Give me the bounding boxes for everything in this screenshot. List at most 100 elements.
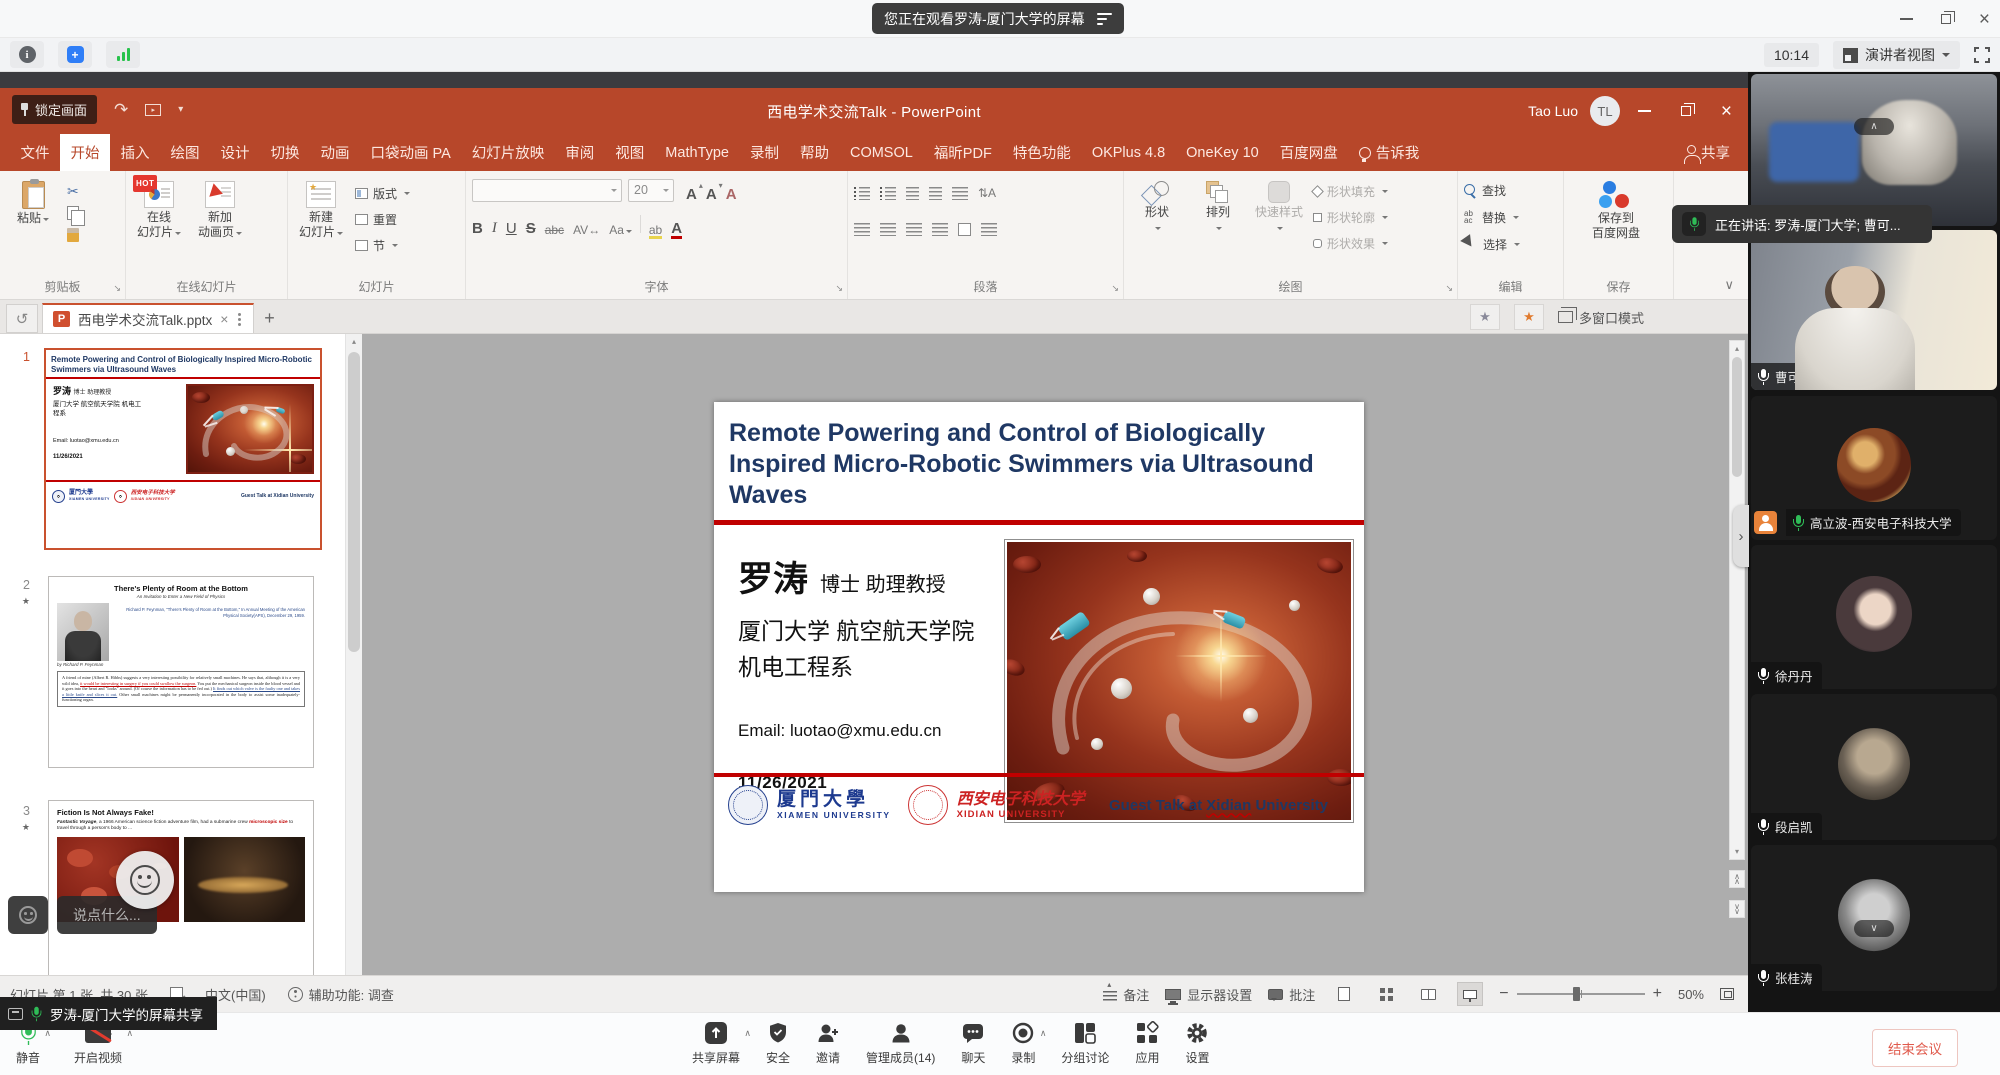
tab-record[interactable]: 录制	[739, 134, 789, 171]
magic-wand-button[interactable]: ★	[1470, 304, 1500, 330]
tab-special-features[interactable]: 特色功能	[1002, 134, 1081, 171]
slide-thumbnail-1[interactable]: Remote Powering and Control of Biologica…	[44, 348, 322, 550]
tab-onekey[interactable]: OneKey 10	[1176, 134, 1270, 171]
tab-insert[interactable]: 插入	[110, 134, 160, 171]
apps-button[interactable]: 应用	[1135, 1021, 1159, 1066]
slideshow-view-button[interactable]	[1457, 982, 1483, 1006]
tab-baidu-netdisk[interactable]: 百度网盘	[1269, 134, 1348, 171]
invite-button[interactable]: 邀请	[816, 1021, 840, 1066]
video-tile-gaolibo[interactable]: 高立波-西安电子科技大学	[1751, 396, 1997, 540]
font-name-combo[interactable]	[472, 179, 622, 202]
close-tab-icon[interactable]: ×	[220, 311, 228, 327]
zoom-level[interactable]: 50%	[1678, 987, 1704, 1002]
zoom-out-button[interactable]: −	[1499, 985, 1508, 1003]
find-button[interactable]: 查找	[1464, 179, 1557, 201]
italic-button[interactable]: I	[492, 221, 497, 236]
multi-window-mode-button[interactable]: 多窗口模式	[1558, 308, 1644, 327]
tab-mathtype[interactable]: MathType	[655, 134, 740, 171]
next-slide-button[interactable]: ∨∨	[1729, 900, 1745, 918]
previous-slide-button[interactable]: ∧∧	[1729, 870, 1745, 888]
canvas-scrollbar[interactable]: ▴ ▾	[1729, 340, 1745, 860]
record-options-chevron-icon[interactable]: ∧	[1040, 1028, 1047, 1039]
emoji-reaction-button[interactable]	[116, 851, 174, 909]
justify-icon[interactable]	[932, 223, 948, 236]
security-button[interactable]: 安全	[766, 1021, 790, 1066]
app-minimize-button[interactable]	[1900, 18, 1913, 20]
strikethrough-button[interactable]: abc	[545, 224, 564, 236]
start-slideshow-icon[interactable]: ▸	[145, 104, 161, 116]
change-case-button[interactable]: Aa	[609, 224, 632, 236]
tab-home[interactable]: 开始	[60, 134, 110, 171]
layout-list-icon[interactable]	[1097, 13, 1112, 25]
copy-icon[interactable]	[67, 206, 79, 220]
font-size-combo[interactable]: 20	[628, 179, 674, 202]
tab-review[interactable]: 审阅	[555, 134, 605, 171]
tab-help[interactable]: 帮助	[789, 134, 839, 171]
underline-button[interactable]: U	[506, 221, 517, 236]
collapse-ribbon-icon[interactable]: ∨	[1724, 277, 1734, 293]
tab-pocket-animation[interactable]: 口袋动画 PA	[360, 134, 461, 171]
view-mode-button[interactable]: 演讲者视图	[1833, 41, 1960, 69]
section-button[interactable]: 节	[355, 234, 410, 256]
shadow-button[interactable]: S	[526, 221, 536, 236]
tell-me-button[interactable]: 告诉我	[1348, 134, 1430, 171]
tab-transitions[interactable]: 切换	[260, 134, 310, 171]
record-button[interactable]: 录制 ∧	[1011, 1021, 1035, 1066]
tab-design[interactable]: 设计	[210, 134, 260, 171]
quick-styles-button[interactable]: 快速样式	[1252, 178, 1306, 277]
bullets-icon[interactable]	[854, 187, 870, 200]
slide-sorter-button[interactable]	[1373, 982, 1399, 1006]
dialog-launcher-icon[interactable]: ↘	[835, 283, 843, 294]
scroll-up-icon[interactable]: ▴	[346, 337, 362, 346]
line-spacing-icon[interactable]	[952, 187, 968, 200]
increase-indent-icon[interactable]	[929, 187, 942, 200]
bold-button[interactable]: B	[472, 221, 483, 236]
scroll-up-icon[interactable]: ▴	[1730, 344, 1744, 353]
share-options-chevron-icon[interactable]: ∧	[744, 1028, 751, 1039]
shapes-button[interactable]: 形状	[1130, 178, 1184, 277]
online-slides-button[interactable]: HOT 在线幻灯片	[132, 178, 186, 277]
save-to-baidu-button[interactable]: 保存到百度网盘	[1570, 178, 1662, 277]
new-tab-button[interactable]: +	[254, 303, 284, 333]
manage-members-button[interactable]: 管理成员(14)	[866, 1021, 935, 1066]
settings-button[interactable]: 设置	[1185, 1021, 1209, 1066]
shape-fill-button[interactable]: 形状填充	[1313, 180, 1388, 202]
plugin-button[interactable]: ★	[1514, 304, 1544, 330]
share-screen-button[interactable]: 共享屏幕 ∧	[692, 1021, 740, 1066]
paste-button[interactable]: 粘贴	[6, 178, 60, 277]
decrease-indent-icon[interactable]	[906, 187, 919, 200]
tab-okplus[interactable]: OKPlus 4.8	[1081, 134, 1175, 171]
zoom-slider[interactable]	[1517, 993, 1645, 995]
align-left-icon[interactable]	[854, 223, 870, 236]
video-tile-caoke[interactable]: 曹可-西安电子科技大学	[1751, 230, 1997, 390]
dialog-launcher-icon[interactable]: ↘	[1445, 283, 1453, 294]
shape-effects-button[interactable]: 形状效果	[1313, 232, 1388, 254]
format-painter-icon[interactable]	[67, 228, 79, 242]
share-button[interactable]: 共享	[1677, 134, 1749, 171]
tab-view[interactable]: 视图	[605, 134, 655, 171]
align-right-icon[interactable]	[906, 223, 922, 236]
document-tab[interactable]: P 西电学术交流Talk.pptx ×	[42, 303, 254, 333]
account-name[interactable]: Tao Luo	[1528, 103, 1578, 119]
notes-toggle[interactable]: 备注	[1103, 985, 1149, 1004]
smartart-convert-icon[interactable]	[981, 223, 997, 236]
display-settings-button[interactable]: 显示器设置	[1165, 985, 1252, 1004]
highlight-color-button[interactable]: ab	[649, 224, 662, 236]
tab-slideshow[interactable]: 幻灯片放映	[461, 134, 555, 171]
comments-toggle[interactable]: 批注	[1268, 985, 1315, 1004]
ppt-restore-button[interactable]	[1681, 106, 1691, 116]
tab-file[interactable]: 文件	[10, 134, 60, 171]
slide-thumbnail-3[interactable]: Fiction Is Not Always Fake! Fantastic Vo…	[48, 800, 314, 975]
emoji-picker-button[interactable]	[8, 896, 48, 934]
video-tile-presenter[interactable]	[1751, 74, 1997, 226]
new-animation-page-button[interactable]: 新加动画页	[193, 178, 247, 277]
zoom-in-button[interactable]: +	[1653, 985, 1662, 1003]
scroll-down-icon[interactable]: ▾	[1730, 847, 1744, 856]
qat-chevron-down-icon[interactable]: ▾	[178, 105, 183, 115]
security-shield-button[interactable]: +	[58, 41, 92, 68]
app-close-button[interactable]: ×	[1979, 10, 1990, 29]
collapse-videos-button[interactable]: ∧	[1854, 118, 1894, 135]
cut-icon[interactable]: ✂	[67, 184, 79, 198]
video-tile-zhangguitao[interactable]: 张桂涛	[1751, 845, 1997, 991]
redo-icon[interactable]: ↷	[114, 101, 128, 118]
